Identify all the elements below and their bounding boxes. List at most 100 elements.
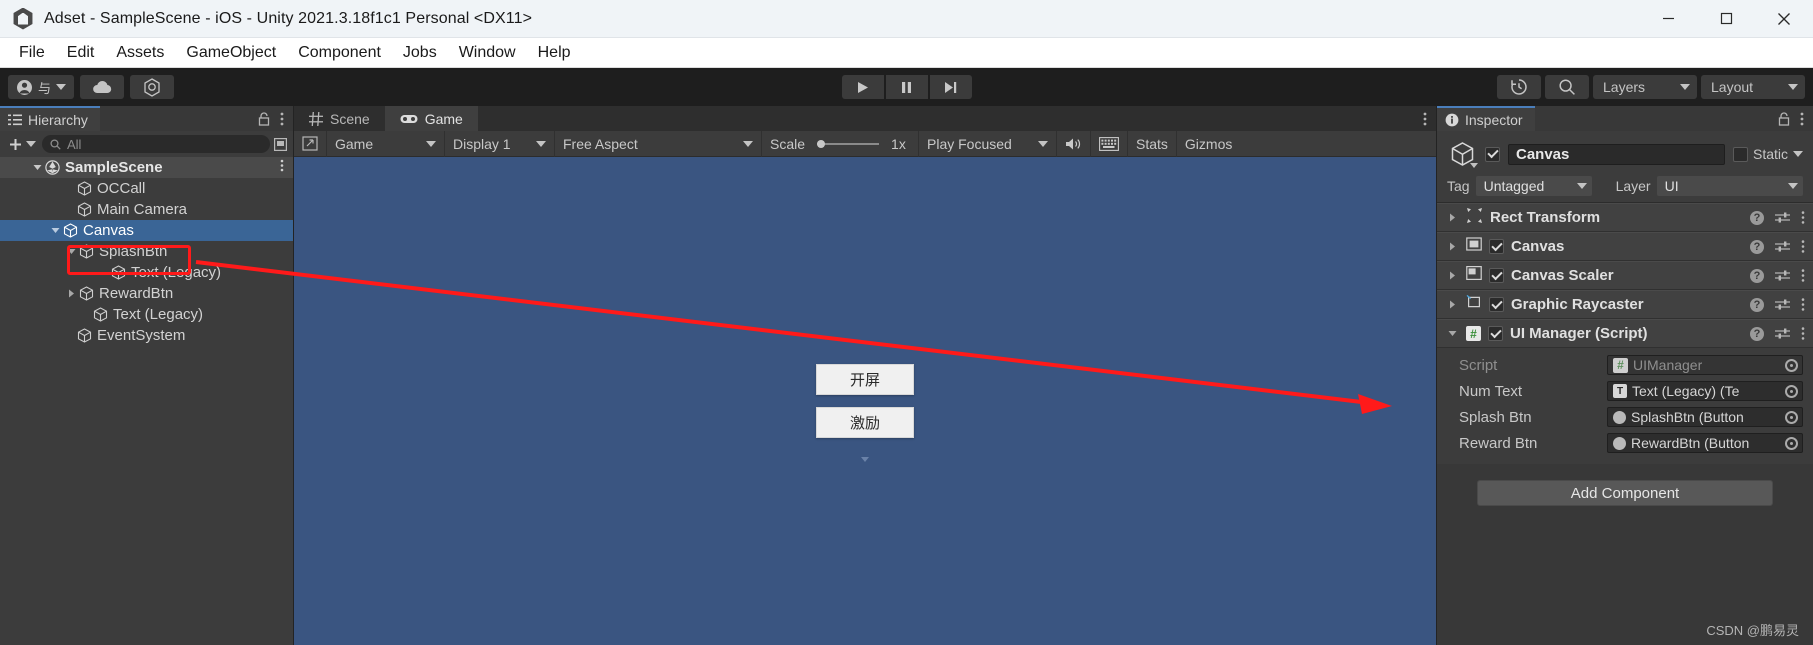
step-button[interactable] [929,75,972,99]
mute-audio-button[interactable] [1057,130,1091,157]
layers-dropdown[interactable]: Layers [1593,75,1697,99]
hierarchy-row-rewardbtn[interactable]: RewardBtn [0,283,293,304]
maximize-button[interactable] [1697,0,1755,38]
menu-jobs[interactable]: Jobs [392,41,448,65]
kebab-menu-icon[interactable] [1801,269,1805,282]
menu-gameobject[interactable]: GameObject [175,41,287,65]
help-icon[interactable]: ? [1750,210,1764,225]
disclosure-triangle-icon[interactable] [48,226,62,235]
help-icon[interactable]: ? [1750,268,1764,283]
gameobject-name-input[interactable]: Canvas [1508,143,1725,165]
kebab-menu-icon[interactable] [1801,327,1805,340]
object-picker-icon[interactable] [1780,434,1802,452]
hierarchy-row-samplescene[interactable]: SampleScene [0,157,293,178]
maximize-on-play-button[interactable] [294,130,327,157]
tab-scene[interactable]: Scene [294,106,385,131]
help-icon[interactable]: ? [1750,326,1764,341]
help-icon[interactable]: ? [1750,297,1764,312]
search-icon[interactable] [1545,75,1589,99]
tab-hierarchy[interactable]: Hierarchy [0,106,100,131]
component-rect-transform[interactable]: Rect Transform ? [1437,203,1813,232]
aspect-dropdown[interactable]: Free Aspect [555,130,762,157]
hierarchy-search-input[interactable]: All [42,135,270,153]
disclosure-triangle-icon[interactable] [1445,271,1459,280]
disclosure-triangle-icon[interactable] [1445,213,1459,222]
disclosure-triangle-icon[interactable] [1445,242,1459,251]
component-enabled-checkbox[interactable] [1488,326,1503,341]
component-enabled-checkbox[interactable] [1489,297,1504,312]
preset-icon[interactable] [1775,211,1790,225]
hierarchy-row-canvas[interactable]: Canvas [0,220,293,241]
disclosure-triangle-icon[interactable] [1445,329,1459,338]
scale-slider-group[interactable]: Scale 1x [762,130,919,157]
tab-inspector[interactable]: Inspector [1437,106,1535,131]
gameobject-enabled-checkbox[interactable] [1485,146,1500,162]
reward-btn-object-field[interactable]: RewardBtn (Button [1607,433,1803,453]
hierarchy-row-occall[interactable]: OCCall [0,178,293,199]
component-enabled-checkbox[interactable] [1489,268,1504,283]
object-picker-icon[interactable] [1780,408,1802,426]
kebab-menu-icon[interactable] [280,159,293,176]
kebab-menu-icon[interactable] [1801,240,1805,253]
component-enabled-checkbox[interactable] [1489,239,1504,254]
tag-dropdown[interactable]: Untagged [1475,176,1592,196]
menu-help[interactable]: Help [527,41,582,65]
disclosure-triangle-icon[interactable] [64,289,78,298]
preset-icon[interactable] [1775,269,1790,283]
hierarchy-row-splashbtn[interactable]: SplashBtn [0,241,293,262]
preset-icon[interactable] [1775,298,1790,312]
help-icon[interactable]: ? [1750,239,1764,254]
collab-button[interactable] [130,75,175,99]
history-icon[interactable] [1497,75,1541,99]
hierarchy-row-eventsystem[interactable]: EventSystem [0,325,293,346]
hierarchy-filter-icon[interactable] [274,137,287,151]
play-mode-dropdown[interactable]: Play Focused [919,130,1057,157]
hierarchy-row-text-legacy-2[interactable]: Text (Legacy) [0,304,293,325]
account-button[interactable]: 与 [8,75,75,99]
num-text-object-field[interactable]: T Text (Legacy) (Te [1607,381,1803,401]
component-graphic-raycaster[interactable]: Graphic Raycaster ? [1437,290,1813,319]
chevron-down-icon[interactable] [1793,151,1803,157]
scale-slider[interactable] [817,139,880,148]
script-object-field[interactable]: # UIManager [1607,355,1803,375]
add-component-button[interactable]: Add Component [1477,480,1773,506]
kebab-menu-icon[interactable] [1801,211,1805,224]
layer-dropdown[interactable]: UI [1656,176,1803,196]
close-button[interactable] [1755,0,1813,38]
kebab-menu-icon[interactable] [1801,298,1805,311]
game-stats-keyboard-button[interactable] [1091,130,1128,157]
tab-game[interactable]: Game [384,106,478,131]
disclosure-triangle-icon[interactable] [30,163,44,172]
add-gameobject-button[interactable] [6,137,38,152]
stats-button[interactable]: Stats [1128,130,1177,157]
preset-icon[interactable] [1775,327,1790,341]
component-canvas-scaler[interactable]: Canvas Scaler ? [1437,261,1813,290]
cloud-button[interactable] [80,75,125,99]
menu-file[interactable]: File [8,41,56,65]
game-view-canvas[interactable]: 开屏 激励 [294,157,1436,645]
menu-edit[interactable]: Edit [56,41,106,65]
component-canvas[interactable]: Canvas ? [1437,232,1813,261]
splash-btn-object-field[interactable]: SplashBtn (Button [1607,407,1803,427]
play-button[interactable] [841,75,884,99]
hierarchy-row-main-camera[interactable]: Main Camera [0,199,293,220]
hierarchy-row-text-legacy-1[interactable]: Text (Legacy) [0,262,293,283]
chevron-down-icon[interactable] [1470,163,1478,168]
object-picker-icon[interactable] [1780,356,1802,374]
layout-dropdown[interactable]: Layout [1701,75,1805,99]
static-checkbox[interactable] [1732,146,1748,162]
disclosure-triangle-icon[interactable] [1445,300,1459,309]
game-button-reward[interactable]: 激励 [816,407,914,438]
menu-component[interactable]: Component [287,41,392,65]
object-picker-icon[interactable] [1780,382,1802,400]
disclosure-triangle-icon[interactable] [64,247,78,256]
display-dropdown[interactable]: Display 1 [445,130,555,157]
preset-icon[interactable] [1775,240,1790,254]
game-button-splash[interactable]: 开屏 [816,364,914,395]
game-view-mode-dropdown[interactable]: Game [327,130,445,157]
component-ui-manager[interactable]: # UI Manager (Script) ? [1437,319,1813,348]
gizmos-button[interactable]: Gizmos [1177,131,1240,157]
menu-assets[interactable]: Assets [105,41,175,65]
pause-button[interactable] [885,75,928,99]
menu-window[interactable]: Window [448,41,527,65]
